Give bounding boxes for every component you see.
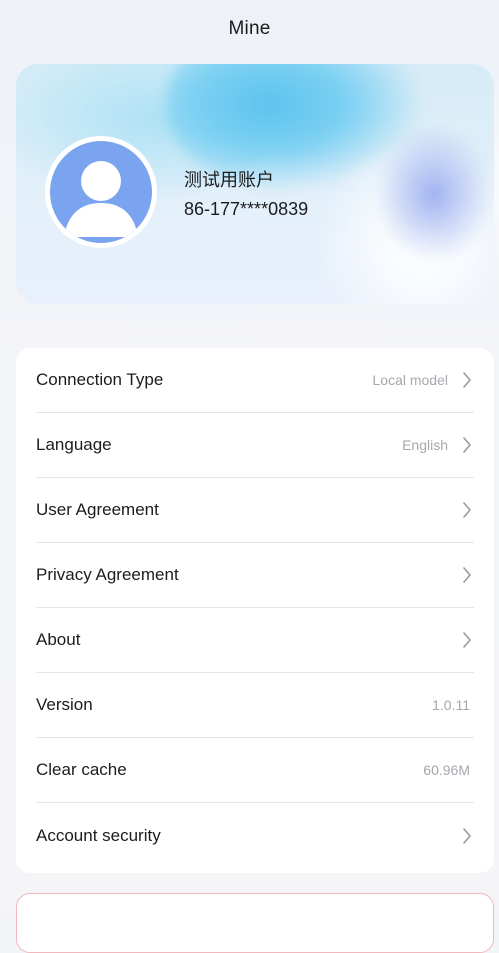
setting-row-version: Version 1.0.11 <box>36 673 474 738</box>
top-bar: Mine <box>0 0 499 58</box>
setting-row-clear-cache[interactable]: Clear cache 60.96M <box>36 738 474 803</box>
card-decoration <box>374 124 494 264</box>
setting-row-privacy-agreement[interactable]: Privacy Agreement <box>36 543 474 608</box>
setting-row-language[interactable]: Language English <box>36 413 474 478</box>
chevron-right-icon <box>460 371 474 389</box>
setting-row-connection-type[interactable]: Connection Type Local model <box>36 348 474 413</box>
setting-label: User Agreement <box>36 500 159 519</box>
setting-label: Version <box>36 695 93 714</box>
setting-row-about[interactable]: About <box>36 608 474 673</box>
profile-card[interactable]: 测试用账户 86-177****0839 <box>16 64 494 304</box>
setting-value: Local model <box>372 372 449 388</box>
user-name: 测试用账户 <box>184 170 274 191</box>
chevron-right-icon <box>460 827 474 845</box>
setting-value: 1.0.11 <box>432 697 470 713</box>
page-title: Mine <box>228 18 271 39</box>
user-avatar-icon <box>50 141 152 243</box>
logout-button[interactable] <box>16 893 494 953</box>
setting-label: Connection Type <box>36 370 164 389</box>
setting-label: Account security <box>36 825 161 845</box>
setting-label: Language <box>36 435 112 454</box>
chevron-right-icon <box>460 436 474 454</box>
setting-value: 60.96M <box>423 762 470 778</box>
settings-list: Connection Type Local model Language Eng… <box>16 348 494 873</box>
setting-value: English <box>402 437 448 453</box>
avatar[interactable] <box>45 136 157 248</box>
chevron-right-icon <box>460 566 474 584</box>
chevron-right-icon <box>460 501 474 519</box>
setting-label: Clear cache <box>36 760 127 779</box>
setting-row-user-agreement[interactable]: User Agreement <box>36 478 474 543</box>
chevron-right-icon <box>460 631 474 649</box>
user-phone: 86-177****0839 <box>184 199 309 219</box>
setting-row-account-security[interactable]: Account security <box>36 803 474 868</box>
setting-label: About <box>36 630 81 649</box>
setting-label: Privacy Agreement <box>36 565 179 584</box>
